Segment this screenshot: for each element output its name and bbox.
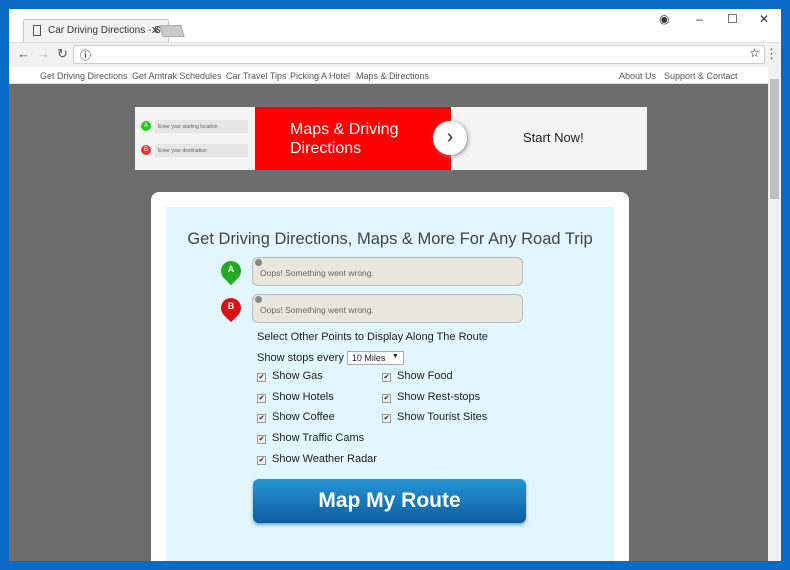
checkbox-traffic-cams[interactable]: ✔ Show Traffic Cams — [257, 432, 364, 444]
pin-b-label: B — [227, 301, 235, 311]
maximize-button[interactable]: ☐ — [727, 12, 738, 26]
scrollbar[interactable] — [768, 67, 781, 561]
bookmark-star-icon[interactable]: ☆ — [749, 46, 760, 60]
new-tab-button[interactable] — [159, 25, 185, 37]
browser-window: Car Driving Directions - S ✕ ◉ – ☐ ✕ ← → … — [9, 9, 781, 561]
scrollbar-thumb[interactable] — [770, 79, 779, 199]
forward-icon[interactable]: → — [37, 46, 50, 61]
minimize-button[interactable]: – — [696, 12, 703, 26]
browser-tab[interactable]: Car Driving Directions - S ✕ — [23, 19, 169, 43]
start-input[interactable]: Oops! Something went wrong. — [252, 257, 523, 286]
checkbox-gas[interactable]: ✔ Show Gas — [257, 370, 323, 382]
toolbar: ← → ↻ ⓘ ☆ ⋮ — [9, 42, 781, 66]
checkbox-food[interactable]: ✔ Show Food — [382, 370, 453, 382]
nav-link[interactable]: Picking A Hotel — [290, 71, 350, 81]
close-window-button[interactable]: ✕ — [759, 12, 769, 26]
form-title: Get Driving Directions, Maps & More For … — [187, 230, 593, 248]
close-tab-icon[interactable]: ✕ — [151, 24, 160, 37]
checkbox-coffee[interactable]: ✔ Show Coffee — [257, 411, 335, 423]
checkbox-rest-stops[interactable]: ✔ Show Rest-stops — [382, 391, 480, 403]
site-nav: Get Driving Directions Get Amtrak Schedu… — [9, 67, 781, 84]
nav-link[interactable]: Support & Contact — [664, 71, 738, 81]
start-now-button[interactable]: Start Now! — [523, 130, 584, 145]
directions-card: Get Driving Directions, Maps & More For … — [151, 192, 629, 561]
tab-title: Car Driving Directions - S — [48, 25, 161, 36]
nav-link[interactable]: Get Amtrak Schedules — [132, 71, 222, 81]
banner-start-field: Enter your starting location — [155, 120, 248, 133]
checkbox-weather-radar[interactable]: ✔ Show Weather Radar — [257, 453, 377, 465]
address-bar[interactable]: ⓘ ☆ — [73, 45, 765, 64]
page-icon — [33, 25, 41, 36]
directions-form: Get Driving Directions, Maps & More For … — [166, 207, 614, 561]
map-my-route-button[interactable]: Map My Route — [253, 479, 526, 523]
nav-link[interactable]: About Us — [619, 71, 656, 81]
marker-b: B — [141, 145, 151, 155]
back-icon[interactable]: ← — [17, 46, 30, 61]
profile-icon[interactable]: ◉ — [659, 12, 669, 26]
banner-dest-field: Enter your destination — [155, 144, 248, 157]
page-content: A Enter your starting location B Enter y… — [9, 84, 768, 561]
options-label: Select Other Points to Display Along The… — [257, 331, 488, 343]
stops-label: Show stops every — [257, 352, 344, 364]
menu-icon[interactable]: ⋮ — [765, 46, 778, 62]
banner-headline: Maps & Driving Directions — [255, 107, 451, 170]
title-bar: Car Driving Directions - S ✕ ◉ – ☐ ✕ — [9, 9, 781, 43]
nav-link[interactable]: Car Travel Tips — [226, 71, 287, 81]
nav-link[interactable]: Maps & Directions — [356, 71, 429, 81]
info-icon: ⓘ — [80, 50, 91, 62]
checkbox-tourist-sites[interactable]: ✔ Show Tourist Sites — [382, 411, 487, 423]
checkbox-hotels[interactable]: ✔ Show Hotels — [257, 391, 334, 403]
stops-select[interactable]: 10 Miles ▼ — [346, 351, 404, 365]
marker-a: A — [141, 121, 151, 131]
destination-input[interactable]: Oops! Something went wrong. — [252, 294, 523, 323]
chevron-right-icon[interactable]: › — [433, 121, 467, 155]
nav-link[interactable]: Get Driving Directions — [40, 71, 128, 81]
reload-icon[interactable]: ↻ — [57, 46, 68, 62]
ad-banner[interactable]: A Enter your starting location B Enter y… — [135, 107, 647, 170]
pin-a-label: A — [227, 264, 235, 274]
